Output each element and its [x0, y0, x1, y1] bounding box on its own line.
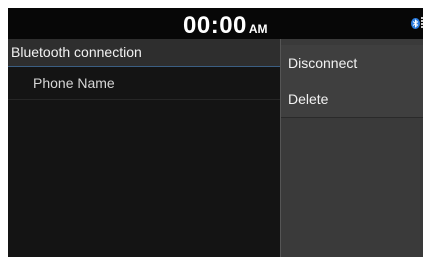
bluetooth-connection-header: Bluetooth connection: [8, 39, 282, 67]
device-name-label: Phone Name: [33, 75, 115, 91]
status-bar: 00:00 AM: [8, 8, 423, 39]
disconnect-label: Disconnect: [288, 55, 358, 71]
delete-label: Delete: [288, 91, 329, 107]
clock-time: 00:00: [183, 12, 247, 39]
head-unit-screen: 00:00 AM Bluetooth connection Phone Name …: [8, 8, 423, 257]
device-options-popup: Disconnect Delete: [280, 39, 423, 257]
disconnect-button[interactable]: Disconnect: [281, 45, 423, 82]
clock-ampm: AM: [248, 22, 268, 36]
clock: 00:00 AM: [183, 12, 268, 40]
list-title: Bluetooth connection: [11, 44, 142, 60]
bluetooth-status-indicator: [411, 16, 423, 32]
bluetooth-icon: [411, 18, 420, 29]
device-list-item[interactable]: Phone Name: [8, 67, 282, 100]
delete-button[interactable]: Delete: [281, 81, 423, 118]
